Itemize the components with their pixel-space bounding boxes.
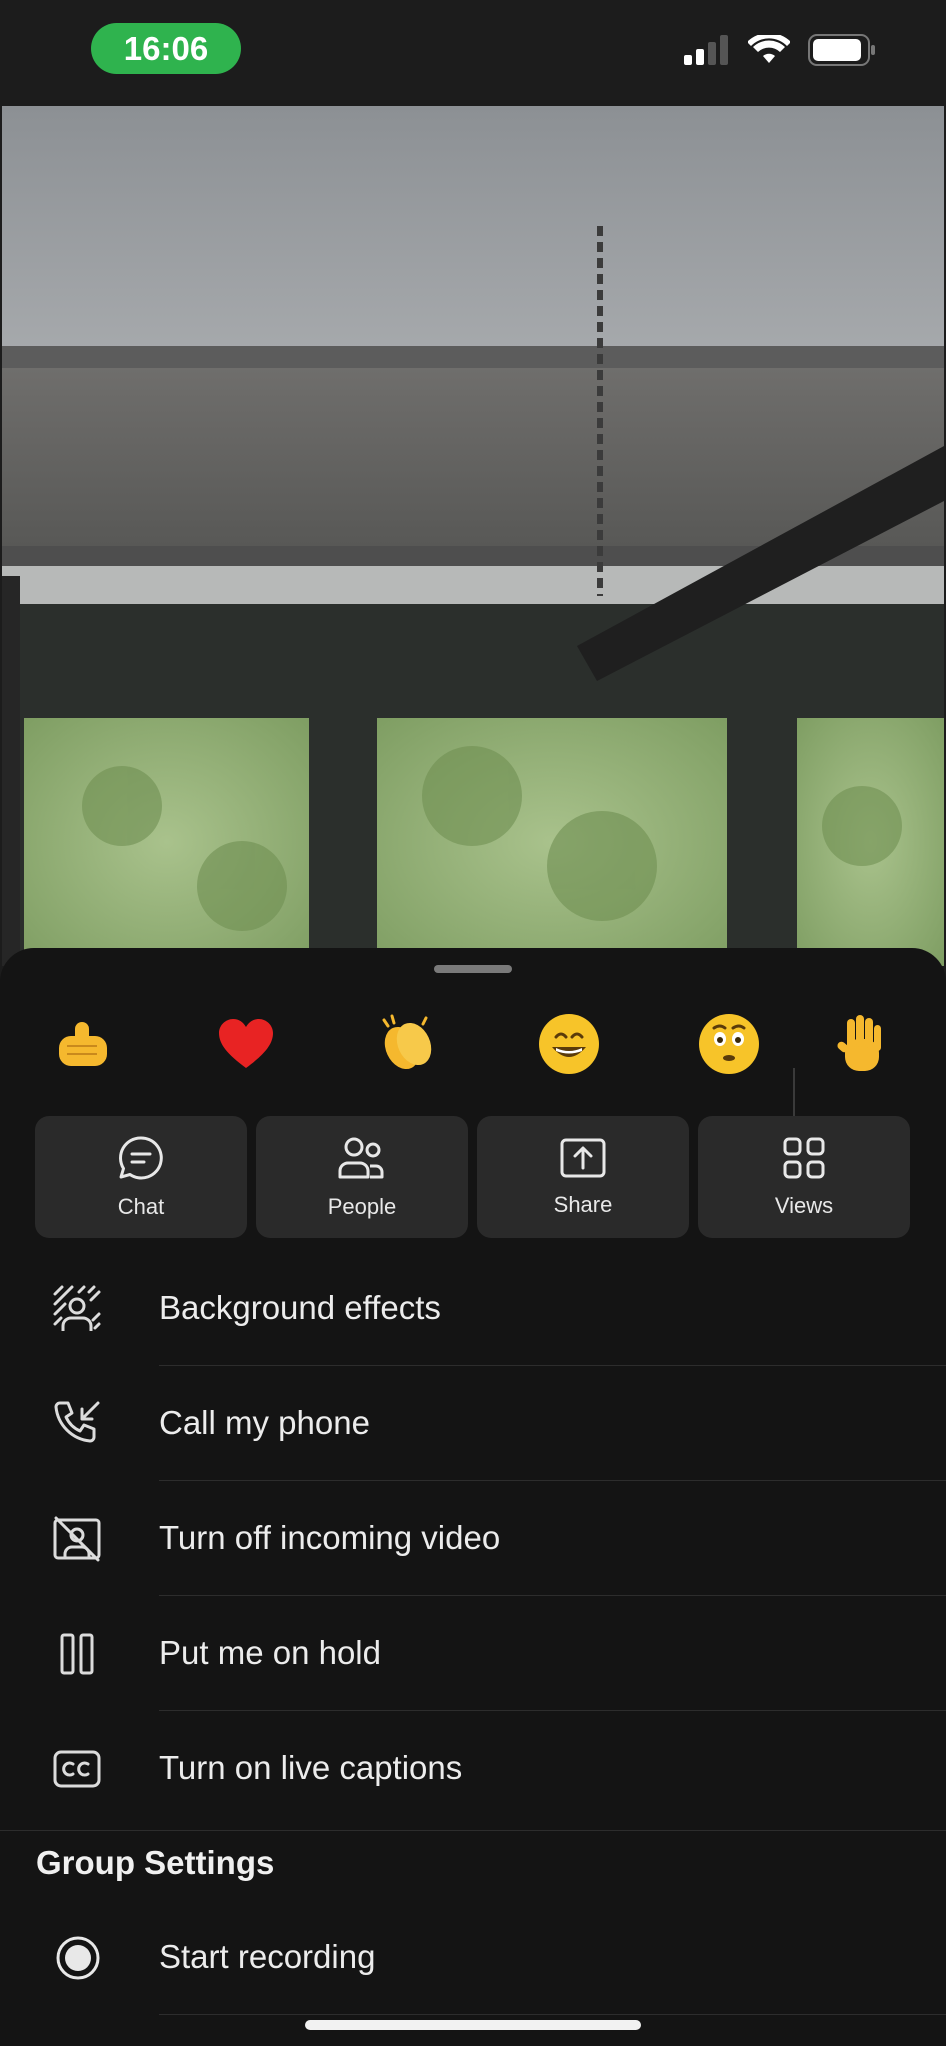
video-off-icon (52, 1514, 102, 1564)
menu-item-put-me-on-hold[interactable]: Put me on hold (0, 1596, 946, 1711)
record-label: Start recording (159, 1938, 376, 1975)
menu-item-turn-on-live-captions[interactable]: Turn on live captions (0, 1711, 946, 1826)
status-icons (684, 32, 876, 71)
surprised-face-icon[interactable] (689, 1004, 769, 1084)
video-feed[interactable] (2, 106, 944, 966)
menu-item-label: Call my phone (159, 1404, 370, 1441)
chat-label: Chat (117, 1193, 165, 1219)
section-divider (0, 1830, 946, 1831)
raise-hand-icon[interactable] (823, 1004, 903, 1084)
menu-item-label: Put me on hold (159, 1634, 381, 1671)
people-icon (337, 1135, 387, 1186)
menu-item-call-my-phone[interactable]: Call my phone (0, 1366, 946, 1481)
group-settings-title: Group Settings (36, 1844, 275, 1881)
views-button[interactable]: Views (698, 1116, 910, 1238)
views-icon (782, 1136, 826, 1185)
reactions-bar (0, 1004, 946, 1134)
call-my-phone-icon (52, 1399, 102, 1449)
people-label: People (327, 1193, 397, 1219)
divider (159, 2014, 946, 2015)
action-tiles: Chat People Share Views (35, 1116, 910, 1238)
more-options-sheet: Chat People Share Views Background effec… (0, 948, 946, 2046)
cellular-signal-icon (684, 35, 730, 70)
hold-icon (52, 1629, 102, 1679)
battery-icon (808, 34, 876, 71)
camera-feed-image (2, 106, 944, 966)
home-indicator[interactable] (305, 2020, 641, 2030)
background-effects-icon (52, 1284, 102, 1334)
share-icon (559, 1137, 607, 1184)
options-menu: Background effects Call my phone Turn of… (0, 1251, 946, 1826)
menu-item-label: Background effects (159, 1289, 441, 1326)
menu-item-turn-off-incoming-video[interactable]: Turn off incoming video (0, 1481, 946, 1596)
share-button[interactable]: Share (477, 1116, 689, 1238)
menu-item-start-recording[interactable]: Start recording (0, 1900, 946, 2015)
laughing-face-icon[interactable] (529, 1004, 609, 1084)
chat-button[interactable]: Chat (35, 1116, 247, 1238)
menu-item-label: Turn on live captions (159, 1749, 463, 1786)
record-icon (55, 1935, 101, 1986)
menu-item-background-effects[interactable]: Background effects (0, 1251, 946, 1366)
thumbs-up-icon[interactable] (43, 1004, 123, 1084)
captions-icon (52, 1744, 102, 1794)
people-button[interactable]: People (256, 1116, 468, 1238)
sheet-grabber[interactable] (434, 965, 512, 973)
views-label: Views (774, 1192, 834, 1218)
status-bar: 16:06 (0, 0, 946, 104)
share-label: Share (553, 1191, 613, 1217)
clapping-hands-icon[interactable] (368, 1004, 448, 1084)
chat-icon (117, 1135, 165, 1186)
status-time: 16:06 (91, 23, 241, 74)
wifi-icon (747, 32, 791, 70)
menu-item-label: Turn off incoming video (159, 1519, 501, 1556)
heart-icon[interactable] (206, 1004, 286, 1084)
